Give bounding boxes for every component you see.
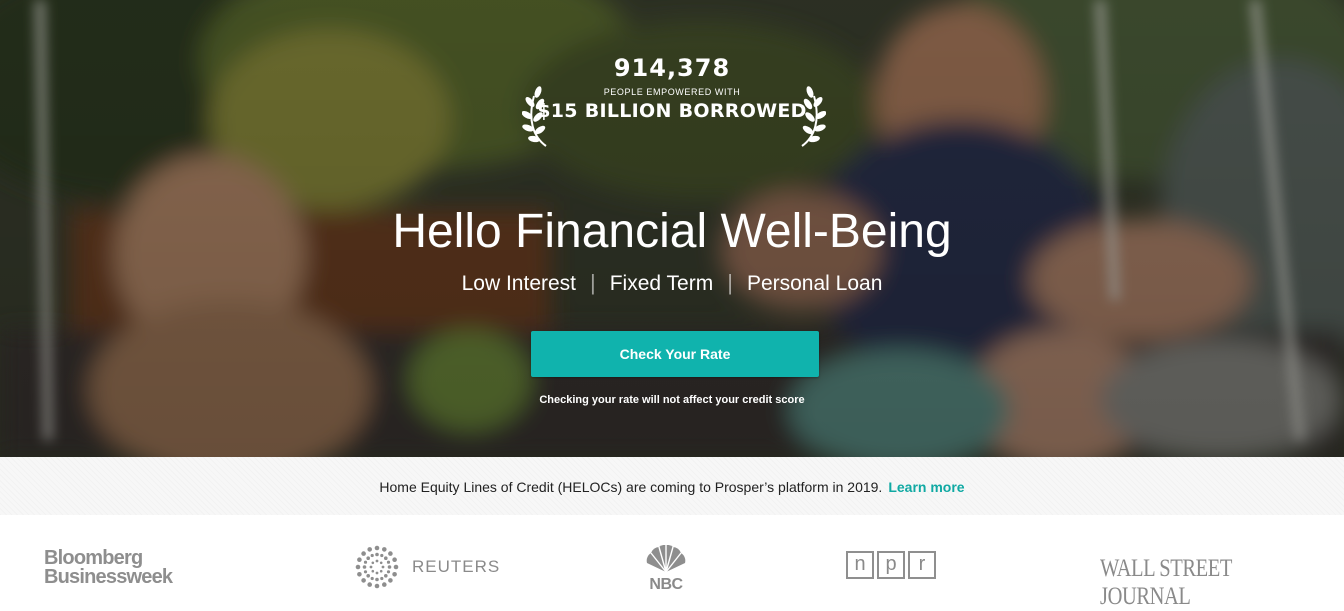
nbc-wordmark: NBC	[649, 576, 683, 593]
wall-street-journal-logo: WALL STREET JOURNAL	[1100, 555, 1232, 610]
people-count: 914,378	[613, 54, 731, 82]
hero-section: 914,378 PEOPLE EMPOWERED WITH $15 BILLIO…	[0, 0, 1344, 457]
hero-taglines: Low Interest | Fixed Term | Personal Loan	[0, 268, 1344, 299]
hero-headline: Hello Financial Well-Being	[392, 205, 952, 258]
nbc-logo: NBC	[642, 544, 690, 594]
banner-text: Home Equity Lines of Credit (HELOCs) are…	[379, 479, 883, 495]
npr-letter-p: p	[877, 551, 905, 579]
bloomberg-businessweek-logo: Bloomberg Businessweek	[44, 548, 173, 588]
tagline-separator: |	[590, 270, 596, 295]
tagline-low-interest: Low Interest	[461, 272, 577, 295]
tagline-personal-loan: Personal Loan	[746, 272, 883, 295]
stats-block: 914,378 PEOPLE EMPOWERED WITH $15 BILLIO…	[0, 52, 1344, 124]
heloc-announcement-banner: Home Equity Lines of Credit (HELOCs) are…	[0, 457, 1344, 515]
reuters-logo: REUTERS	[354, 545, 500, 589]
amount-borrowed: $15 BILLION BORROWED	[537, 100, 807, 122]
npr-letter-n: n	[846, 551, 874, 579]
tagline-fixed-term: Fixed Term	[609, 272, 714, 295]
tagline-separator: |	[727, 270, 733, 295]
learn-more-link[interactable]: Learn more	[888, 479, 964, 495]
credit-score-disclaimer: Checking your rate will not affect your …	[539, 394, 805, 406]
reuters-dots-icon	[355, 545, 399, 589]
nbc-peacock-icon	[646, 544, 686, 573]
people-empowered-label: PEOPLE EMPOWERED WITH	[603, 87, 741, 97]
npr-letter-r: r	[908, 551, 936, 579]
npr-logo: n p r	[846, 551, 939, 579]
press-logos-bar: Bloomberg Businessweek REUTERS NBC n p r…	[0, 515, 1344, 610]
bloomberg-logo-line2: Businessweek	[44, 566, 173, 588]
check-your-rate-button[interactable]: Check Your Rate	[531, 331, 819, 377]
reuters-wordmark: REUTERS	[412, 557, 501, 576]
